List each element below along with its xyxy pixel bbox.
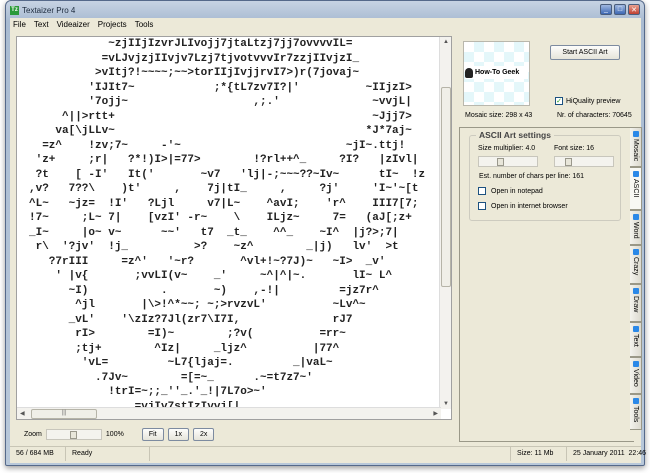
vertical-scroll-thumb[interactable] <box>441 87 451 287</box>
open-in-notepad-checkbox[interactable]: Open in notepad <box>478 187 543 195</box>
tab-icon <box>632 361 639 367</box>
zoom-value: 100% <box>105 431 124 438</box>
zoom-slider-knob[interactable] <box>69 431 77 439</box>
1x-button[interactable]: 1x <box>167 428 189 441</box>
menu-bar: File Text Videaizer Projects Tools <box>12 20 154 32</box>
size-status: Size: 11 Mb <box>511 447 567 461</box>
title-bar: Tz Textaizer Pro 4 <box>10 4 75 16</box>
tab-icon <box>632 288 639 294</box>
menu-videaizer[interactable]: Videaizer <box>56 20 91 32</box>
tab-icon <box>632 171 639 177</box>
size-multiplier-knob[interactable] <box>497 158 504 166</box>
app-icon: Tz <box>10 5 19 15</box>
font-size-label: Font size: 16 <box>554 145 595 152</box>
mode-tabs: Mosaic ASCII Word Crazy Draw Text Video Tools <box>630 127 642 430</box>
geek-icon <box>465 67 473 78</box>
date-status: 25 January 2011 22:46 <box>573 450 647 457</box>
window-title: Textaizer Pro 4 <box>22 5 76 15</box>
vertical-scrollbar[interactable]: ▲ ▼ <box>439 37 451 409</box>
tab-label: Draw <box>632 296 639 313</box>
scroll-right-icon[interactable]: ▶ <box>433 410 438 417</box>
size-multiplier-label: Size multiplier: 4.0 <box>478 145 536 152</box>
menu-projects[interactable]: Projects <box>97 20 128 32</box>
tab-label: ASCII <box>632 179 639 198</box>
tab-icon <box>632 131 639 137</box>
horizontal-scroll-thumb[interactable]: ||| <box>31 409 97 419</box>
font-size-slider[interactable] <box>554 156 614 167</box>
checkbox-checked-icon[interactable]: ✓ <box>555 97 563 105</box>
font-size-knob[interactable] <box>565 158 572 166</box>
zoom-slider[interactable] <box>45 429 102 440</box>
memory-status: 56 / 684 MB <box>10 447 66 461</box>
scroll-down-icon[interactable]: ▼ <box>443 401 449 407</box>
mosaic-size: Mosaic size: 298 x 43 <box>465 112 533 119</box>
how-to-geek-logo: How-To Geek <box>465 66 528 79</box>
tab-label: Video <box>632 369 639 387</box>
tab-icon <box>632 398 639 404</box>
minimize-button[interactable]: _ <box>600 4 612 15</box>
tab-word[interactable]: Word <box>630 210 642 245</box>
tab-label: Crazy <box>632 257 639 276</box>
right-panel: How-To Geek Start ASCII Art ✓ HiQuality … <box>457 36 641 446</box>
scroll-left-icon[interactable]: ◀ <box>20 410 25 417</box>
tab-label: Tools <box>632 406 639 423</box>
tab-tools[interactable]: Tools <box>630 394 642 430</box>
ascii-art-text: ~zjIIjIzvrJLIvojj7jtaLtzj7jj7ovvvvIL= =v… <box>29 38 426 413</box>
horizontal-scrollbar[interactable]: ◀ ||| ▶ <box>17 407 441 419</box>
app-window: Tz Textaizer Pro 4 _ □ ✕ File Text Videa… <box>5 0 647 466</box>
group-title: ASCII Art settings <box>476 130 554 140</box>
fit-button[interactable]: Fit <box>141 428 164 441</box>
tab-icon <box>632 214 639 220</box>
zoom-controls: Zoom 100% Fit 1x 2x <box>24 428 215 441</box>
ascii-art-settings-group: ASCII Art settings Size multiplier: 4.0 … <box>469 130 621 221</box>
close-button[interactable]: ✕ <box>628 4 640 15</box>
scroll-up-icon[interactable]: ▲ <box>443 39 449 45</box>
tab-text[interactable]: Text <box>630 322 642 357</box>
menu-text[interactable]: Text <box>33 20 50 32</box>
tab-label: Word <box>632 222 639 239</box>
hiquality-preview-checkbox[interactable]: ✓ HiQuality preview <box>555 97 620 105</box>
tab-ascii[interactable]: ASCII <box>630 167 642 210</box>
tab-crazy[interactable]: Crazy <box>630 245 642 284</box>
tab-icon <box>632 249 639 255</box>
size-multiplier-slider[interactable] <box>478 156 538 167</box>
zoom-label: Zoom <box>24 431 42 438</box>
ready-status: Ready <box>66 447 150 461</box>
menu-tools[interactable]: Tools <box>134 20 155 32</box>
checkbox-icon[interactable] <box>478 202 486 210</box>
menu-file[interactable]: File <box>12 20 27 32</box>
tab-label: Mosaic <box>632 139 639 162</box>
tab-label: Text <box>632 334 639 347</box>
est-chars-per-line: Est. number of chars per line: 161 <box>479 173 585 180</box>
ascii-output-area[interactable]: ~zjIIjIzvrJLIvojj7jtaLtzj7jj7ovvvvIL= =v… <box>16 36 452 420</box>
tab-icon <box>632 326 639 332</box>
2x-button[interactable]: 2x <box>193 428 215 441</box>
open-in-browser-checkbox[interactable]: Open in internet browser <box>478 202 568 210</box>
tab-mosaic[interactable]: Mosaic <box>630 127 642 167</box>
start-ascii-art-button[interactable]: Start ASCII Art <box>550 45 620 60</box>
maximize-button[interactable]: □ <box>614 4 626 15</box>
preview-image: How-To Geek <box>463 41 530 106</box>
nr-of-characters: Nr. of characters: 70645 <box>557 112 632 119</box>
checkbox-icon[interactable] <box>478 187 486 195</box>
status-spacer <box>150 447 511 461</box>
settings-panel: ASCII Art settings Size multiplier: 4.0 … <box>459 127 634 442</box>
status-bar: 56 / 684 MB Ready Size: 11 Mb 25 January… <box>10 446 647 461</box>
tab-draw[interactable]: Draw <box>630 284 642 322</box>
tab-video[interactable]: Video <box>630 357 642 394</box>
